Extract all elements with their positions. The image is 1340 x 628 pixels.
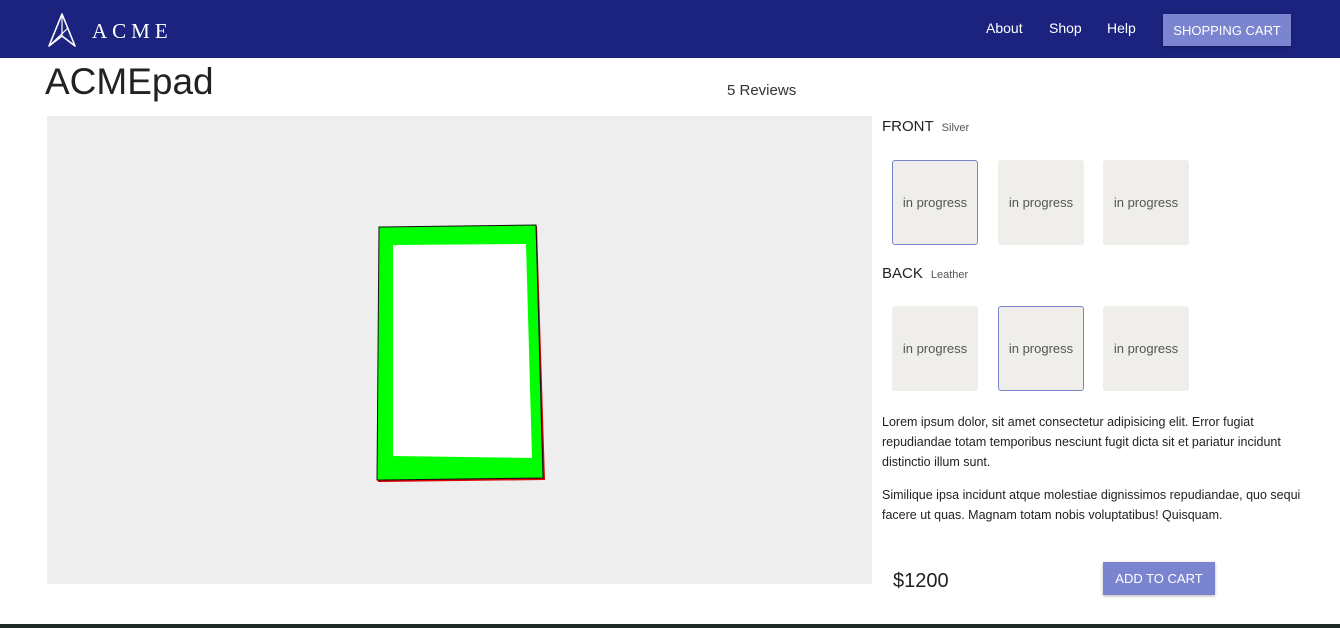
front-label: FRONT [882, 118, 934, 135]
front-swatch-1[interactable]: in progress [892, 160, 978, 245]
front-option-label: FRONT Silver [882, 118, 969, 135]
front-swatch-3[interactable]: in progress [1103, 160, 1189, 245]
brand-name[interactable]: ACME [92, 19, 173, 44]
back-option-label: BACK Leather [882, 265, 968, 282]
reviews-link[interactable]: 5 Reviews [727, 82, 796, 99]
product-title: ACMEpad [45, 61, 214, 102]
back-label: BACK [882, 265, 923, 282]
top-navbar: ACME About Shop Help SHOPPING CART [0, 0, 1340, 58]
device-model [376, 224, 545, 482]
nav-link-about[interactable]: About [986, 20, 1023, 36]
add-to-cart-button[interactable]: ADD TO CART [1103, 562, 1215, 595]
back-swatch-1[interactable]: in progress [892, 306, 978, 391]
footer-edge [0, 624, 1340, 628]
device-screen [393, 244, 532, 458]
back-swatch-3[interactable]: in progress [1103, 306, 1189, 391]
nav-link-help[interactable]: Help [1107, 20, 1136, 36]
shopping-cart-button[interactable]: SHOPPING CART [1163, 14, 1291, 46]
product-description-2: Similique ipsa incidunt atque molestiae … [882, 488, 1301, 522]
back-selected-value: Leather [930, 269, 969, 281]
acme-logo-icon[interactable] [46, 12, 78, 48]
nav-link-shop[interactable]: Shop [1049, 20, 1082, 36]
back-swatch-2[interactable]: in progress [998, 306, 1084, 391]
product-price: $1200 [893, 570, 949, 592]
front-selected-value: Silver [941, 122, 970, 134]
product-3d-viewer[interactable] [47, 116, 872, 584]
product-description-1: Lorem ipsum dolor, sit amet consectetur … [882, 415, 1281, 469]
front-swatch-2[interactable]: in progress [998, 160, 1084, 245]
